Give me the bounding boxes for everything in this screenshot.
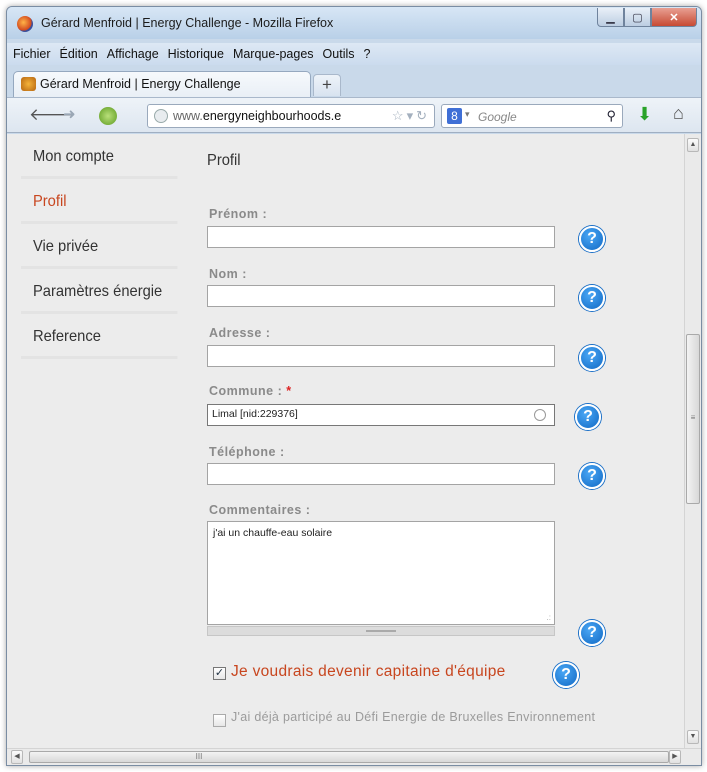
prenom-label: Prénom : bbox=[209, 207, 268, 221]
captain-label[interactable]: Je voudrais devenir capitaine d'équipe bbox=[231, 663, 506, 681]
url-prefix: www. bbox=[173, 109, 203, 123]
prenom-help-icon[interactable]: ? bbox=[579, 226, 605, 252]
search-bar[interactable]: 8 ▾ Google ⚲ bbox=[441, 104, 623, 128]
nom-label: Nom : bbox=[209, 267, 247, 281]
site-favicon-icon bbox=[21, 77, 36, 91]
bookmark-star-icon[interactable]: ☆▾↻ bbox=[392, 108, 430, 124]
telephone-help-icon[interactable]: ? bbox=[579, 463, 605, 489]
thumb-grip-icon: ≡ bbox=[690, 413, 696, 422]
commune-label: Commune : * bbox=[209, 384, 292, 398]
forward-arrow-icon[interactable]: ➜ bbox=[63, 105, 76, 125]
page-content: Mon compte Profil Vie privée Paramètres … bbox=[7, 134, 701, 765]
search-placeholder: Google bbox=[478, 110, 517, 124]
sidebar-item-reference[interactable]: Reference bbox=[21, 314, 178, 359]
browser-window: Gérard Menfroid | Energy Challenge - Moz… bbox=[6, 6, 702, 766]
commune-value: Limal [nid:229376] bbox=[212, 408, 298, 420]
close-button[interactable]: ✕ bbox=[651, 8, 697, 27]
defi-checkbox[interactable] bbox=[213, 714, 226, 727]
commentaires-label: Commentaires : bbox=[209, 503, 311, 517]
addon-icon[interactable] bbox=[99, 107, 117, 125]
commentaires-help-icon[interactable]: ? bbox=[579, 620, 605, 646]
search-icon[interactable]: ⚲ bbox=[606, 108, 616, 124]
horizontal-scrollbar[interactable]: ◀ III ▶ bbox=[7, 748, 701, 765]
tab-label: Gérard Menfroid | Energy Challenge bbox=[40, 77, 241, 91]
captain-checkbox[interactable]: ✓ bbox=[213, 667, 226, 680]
defi-label[interactable]: J'ai déjà participé au Défi Energie de B… bbox=[231, 710, 595, 724]
url-domain: energyneighbourhoods.e bbox=[202, 109, 342, 123]
url-bar[interactable]: www.energyneighbourhoods.e ☆▾↻ bbox=[147, 104, 435, 128]
home-icon[interactable]: ⌂ bbox=[673, 103, 684, 124]
menu-bar: Fichier Édition Affichage Historique Mar… bbox=[7, 43, 701, 65]
commentaires-value: j'ai un chauffe-eau solaire bbox=[213, 527, 333, 539]
globe-icon bbox=[154, 109, 168, 123]
adresse-help-icon[interactable]: ? bbox=[579, 345, 605, 371]
vertical-scrollbar[interactable]: ▲ ≡ ▼ bbox=[684, 134, 701, 748]
menu-marque-pages[interactable]: Marque-pages bbox=[233, 47, 314, 61]
scroll-right-arrow-icon[interactable]: ▶ bbox=[669, 750, 681, 764]
horizontal-scroll-thumb[interactable]: III bbox=[29, 751, 669, 763]
sidebar-item-vie-privee[interactable]: Vie privée bbox=[21, 224, 178, 269]
sidebar-item-parametres-energie[interactable]: Paramètres énergie bbox=[21, 269, 178, 314]
navigation-bar: 🡐 ➜ www.energyneighbourhoods.e ☆▾↻ 8 ▾ G… bbox=[7, 97, 701, 133]
menu-affichage[interactable]: Affichage bbox=[107, 47, 159, 61]
nom-help-icon[interactable]: ? bbox=[579, 285, 605, 311]
window-controls: ▁ ▢ ✕ bbox=[597, 8, 697, 27]
tab-energy-challenge[interactable]: Gérard Menfroid | Energy Challenge bbox=[13, 71, 311, 97]
maximize-button[interactable]: ▢ bbox=[624, 8, 651, 27]
telephone-label: Téléphone : bbox=[209, 445, 285, 459]
page-title: Profil bbox=[207, 152, 241, 169]
scroll-left-arrow-icon[interactable]: ◀ bbox=[11, 750, 23, 764]
sidebar-item-profil[interactable]: Profil bbox=[21, 179, 178, 224]
commune-autocomplete-input[interactable]: Limal [nid:229376] bbox=[207, 404, 555, 426]
hthumb-grip-icon: III bbox=[195, 752, 203, 761]
close-icon: ✕ bbox=[669, 11, 679, 24]
autocomplete-throbber-icon bbox=[534, 409, 546, 421]
profile-sidebar: Mon compte Profil Vie privée Paramètres … bbox=[21, 134, 191, 359]
prenom-input[interactable] bbox=[207, 226, 555, 248]
scroll-up-arrow-icon[interactable]: ▲ bbox=[687, 138, 699, 152]
scroll-down-arrow-icon[interactable]: ▼ bbox=[687, 730, 699, 744]
menu-historique[interactable]: Historique bbox=[168, 47, 224, 61]
menu-fichier[interactable]: Fichier bbox=[13, 47, 51, 61]
textarea-resize-handle[interactable] bbox=[207, 626, 555, 636]
sidebar-item-mon-compte[interactable]: Mon compte bbox=[21, 134, 178, 179]
new-tab-button[interactable]: + bbox=[313, 74, 341, 96]
tab-strip: Gérard Menfroid | Energy Challenge + bbox=[7, 67, 701, 97]
commune-help-icon[interactable]: ? bbox=[575, 404, 601, 430]
captain-help-icon[interactable]: ? bbox=[553, 662, 579, 688]
required-marker: * bbox=[286, 384, 292, 398]
menu-edition[interactable]: Édition bbox=[60, 47, 98, 61]
commentaires-textarea[interactable]: j'ai un chauffe-eau solaire .: bbox=[207, 521, 555, 625]
grip-lines-icon bbox=[366, 630, 396, 632]
download-arrow-icon[interactable]: ⬇ bbox=[637, 104, 652, 125]
title-bar[interactable]: Gérard Menfroid | Energy Challenge - Moz… bbox=[7, 7, 701, 39]
google-icon[interactable]: 8 bbox=[447, 108, 462, 124]
minimize-button[interactable]: ▁ bbox=[597, 8, 624, 27]
url-text: www.energyneighbourhoods.e bbox=[173, 109, 341, 123]
menu-outils[interactable]: Outils bbox=[323, 47, 355, 61]
menu-help[interactable]: ? bbox=[364, 47, 371, 61]
resize-grip-icon[interactable]: .: bbox=[547, 613, 551, 622]
search-engine-dropdown-icon[interactable]: ▾ bbox=[465, 109, 470, 120]
minimize-icon: ▁ bbox=[606, 11, 615, 24]
vertical-scroll-thumb[interactable]: ≡ bbox=[686, 334, 700, 504]
telephone-input[interactable] bbox=[207, 463, 555, 485]
adresse-input[interactable] bbox=[207, 345, 555, 367]
firefox-icon bbox=[17, 16, 33, 32]
maximize-icon: ▢ bbox=[632, 11, 643, 24]
adresse-label: Adresse : bbox=[209, 326, 271, 340]
commune-label-text: Commune : bbox=[209, 384, 283, 398]
nom-input[interactable] bbox=[207, 285, 555, 307]
window-title: Gérard Menfroid | Energy Challenge - Moz… bbox=[41, 16, 334, 30]
